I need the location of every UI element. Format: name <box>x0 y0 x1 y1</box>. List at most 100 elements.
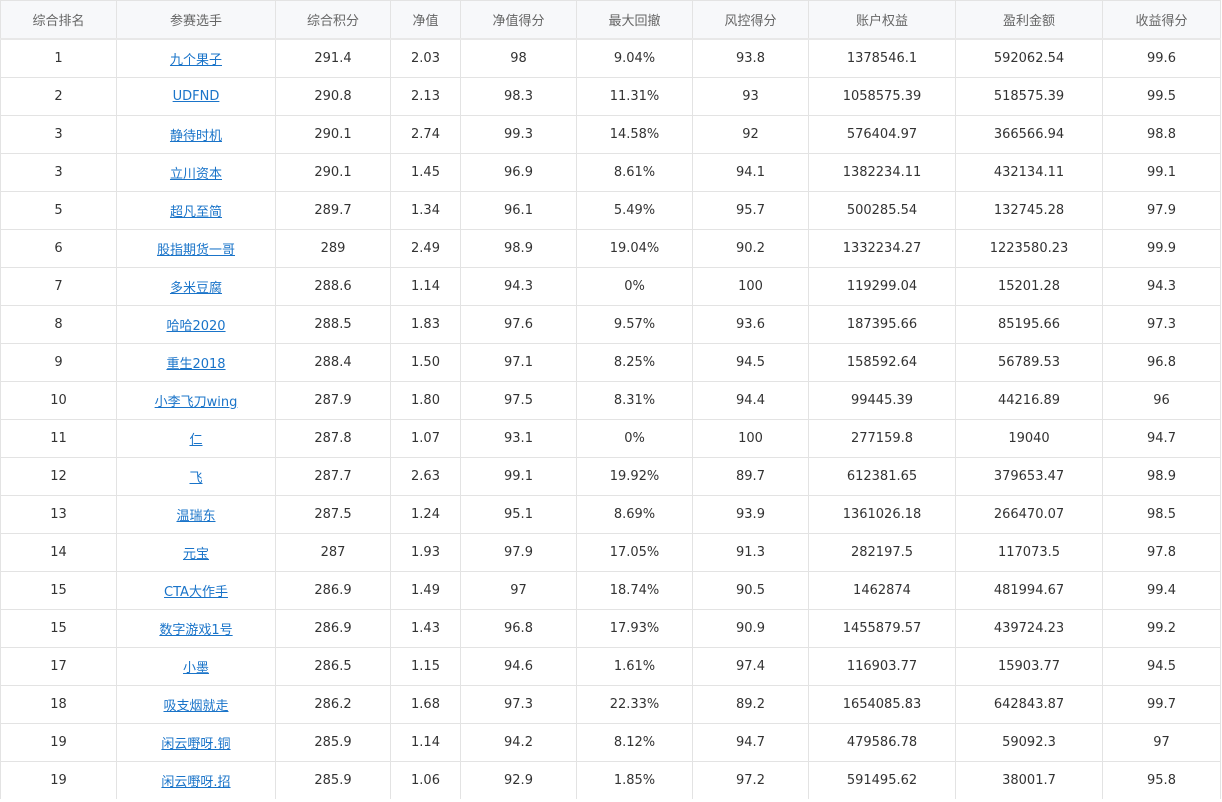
cell-risk-score: 100 <box>692 419 809 458</box>
cell-account-equity: 116903.77 <box>808 647 956 686</box>
cell-total-score: 288.4 <box>275 343 391 382</box>
player-link[interactable]: 九个果子 <box>170 53 222 68</box>
player-link[interactable]: 股指期货一哥 <box>157 243 235 258</box>
cell-rank: 3 <box>0 115 117 154</box>
cell-max-drawdown: 14.58% <box>576 115 693 154</box>
cell-rank: 3 <box>0 153 117 192</box>
player-link[interactable]: 飞 <box>189 471 202 486</box>
player-link[interactable]: 重生2018 <box>166 357 225 372</box>
player-link[interactable]: 数字游戏1号 <box>159 623 232 638</box>
cell-total-score: 289 <box>275 229 391 268</box>
cell-risk-score: 95.7 <box>692 191 809 230</box>
header-return-score: 收益得分 <box>1102 0 1221 40</box>
cell-return-score: 97.3 <box>1102 305 1221 344</box>
cell-account-equity: 1462874 <box>808 571 956 610</box>
cell-rank: 15 <box>0 571 117 610</box>
cell-account-equity: 1382234.11 <box>808 153 956 192</box>
cell-rank: 18 <box>0 685 117 724</box>
cell-return-score: 99.7 <box>1102 685 1221 724</box>
cell-return-score: 99.6 <box>1102 38 1221 78</box>
cell-risk-score: 89.2 <box>692 685 809 724</box>
player-link[interactable]: 小李飞刀wing <box>155 395 238 410</box>
player-link[interactable]: 温瑞东 <box>176 509 215 524</box>
cell-total-score: 285.9 <box>275 761 391 799</box>
cell-rank: 13 <box>0 495 117 534</box>
cell-rank: 19 <box>0 761 117 799</box>
cell-account-equity: 576404.97 <box>808 115 956 154</box>
cell-player: 温瑞东 <box>116 495 276 534</box>
cell-player: 吸支烟就走 <box>116 685 276 724</box>
cell-net-value: 2.63 <box>390 457 461 496</box>
cell-player: 立川资本 <box>116 153 276 192</box>
player-link[interactable]: UDFND <box>173 89 220 104</box>
cell-net-value-score: 97.9 <box>460 533 577 572</box>
table-row: 5 超凡至简 289.7 1.34 96.1 5.49% 95.7 500285.54 1327… <box>0 191 1221 230</box>
cell-return-score: 97 <box>1102 723 1221 762</box>
cell-risk-score: 90.2 <box>692 229 809 268</box>
player-link[interactable]: 元宝 <box>183 547 209 562</box>
player-link[interactable]: 闲云嘢呀.招 <box>161 775 230 790</box>
cell-net-value: 1.43 <box>390 609 461 648</box>
cell-total-score: 287.8 <box>275 419 391 458</box>
player-link[interactable]: 多米豆腐 <box>170 281 222 296</box>
cell-total-score: 286.9 <box>275 609 391 648</box>
table-row: 8 哈哈2020 288.5 1.83 97.6 9.57% 93.6 187395.66 85… <box>0 305 1221 344</box>
cell-net-value-score: 97.1 <box>460 343 577 382</box>
player-link[interactable]: 闲云嘢呀.铜 <box>161 737 230 752</box>
cell-max-drawdown: 0% <box>576 419 693 458</box>
cell-max-drawdown: 5.49% <box>576 191 693 230</box>
cell-net-value-score: 95.1 <box>460 495 577 534</box>
player-link[interactable]: 哈哈2020 <box>166 319 225 334</box>
player-link[interactable]: 超凡至简 <box>170 205 222 220</box>
cell-rank: 5 <box>0 191 117 230</box>
cell-max-drawdown: 8.25% <box>576 343 693 382</box>
cell-player: 小墨 <box>116 647 276 686</box>
table-header: 综合排名 参赛选手 综合积分 净值 净值得分 最大回撤 风控得分 账户权益 盈利… <box>0 0 1221 40</box>
cell-player: 元宝 <box>116 533 276 572</box>
table-row: 7 多米豆腐 288.6 1.14 94.3 0% 100 119299.04 15201.28… <box>0 267 1221 306</box>
table-row: 10 小李飞刀wing 287.9 1.80 97.5 8.31% 94.4 99445.39… <box>0 381 1221 420</box>
cell-max-drawdown: 1.61% <box>576 647 693 686</box>
cell-player: 股指期货一哥 <box>116 229 276 268</box>
cell-return-score: 96 <box>1102 381 1221 420</box>
cell-profit-amount: 38001.7 <box>955 761 1103 799</box>
cell-net-value-score: 97.6 <box>460 305 577 344</box>
cell-player: 飞 <box>116 457 276 496</box>
player-link[interactable]: 仁 <box>189 433 202 448</box>
cell-risk-score: 89.7 <box>692 457 809 496</box>
cell-net-value: 2.13 <box>390 77 461 116</box>
table-row: 11 仁 287.8 1.07 93.1 0% 100 277159.8 19040 94.7 <box>0 419 1221 458</box>
cell-net-value-score: 94.2 <box>460 723 577 762</box>
cell-risk-score: 94.7 <box>692 723 809 762</box>
cell-player: 重生2018 <box>116 343 276 382</box>
cell-profit-amount: 85195.66 <box>955 305 1103 344</box>
player-link[interactable]: 立川资本 <box>170 167 222 182</box>
cell-total-score: 287.5 <box>275 495 391 534</box>
cell-max-drawdown: 22.33% <box>576 685 693 724</box>
cell-return-score: 98.8 <box>1102 115 1221 154</box>
cell-rank: 14 <box>0 533 117 572</box>
cell-net-value: 1.06 <box>390 761 461 799</box>
table-row: 15 数字游戏1号 286.9 1.43 96.8 17.93% 90.9 1455879.5… <box>0 609 1221 648</box>
cell-risk-score: 90.9 <box>692 609 809 648</box>
cell-net-value: 1.14 <box>390 267 461 306</box>
player-link[interactable]: 静待时机 <box>170 129 222 144</box>
cell-profit-amount: 481994.67 <box>955 571 1103 610</box>
cell-total-score: 290.1 <box>275 115 391 154</box>
cell-return-score: 99.5 <box>1102 77 1221 116</box>
cell-return-score: 94.5 <box>1102 647 1221 686</box>
table-row: 15 CTA大作手 286.9 1.49 97 18.74% 90.5 1462874 4819… <box>0 571 1221 610</box>
cell-player: 闲云嘢呀.铜 <box>116 723 276 762</box>
cell-net-value: 2.49 <box>390 229 461 268</box>
cell-max-drawdown: 0% <box>576 267 693 306</box>
cell-net-value: 1.50 <box>390 343 461 382</box>
player-link[interactable]: CTA大作手 <box>164 585 228 600</box>
cell-account-equity: 1654085.83 <box>808 685 956 724</box>
player-link[interactable]: 吸支烟就走 <box>163 699 228 714</box>
cell-net-value-score: 99.3 <box>460 115 577 154</box>
cell-rank: 19 <box>0 723 117 762</box>
cell-profit-amount: 379653.47 <box>955 457 1103 496</box>
cell-max-drawdown: 11.31% <box>576 77 693 116</box>
player-link[interactable]: 小墨 <box>183 661 209 676</box>
cell-net-value: 1.14 <box>390 723 461 762</box>
